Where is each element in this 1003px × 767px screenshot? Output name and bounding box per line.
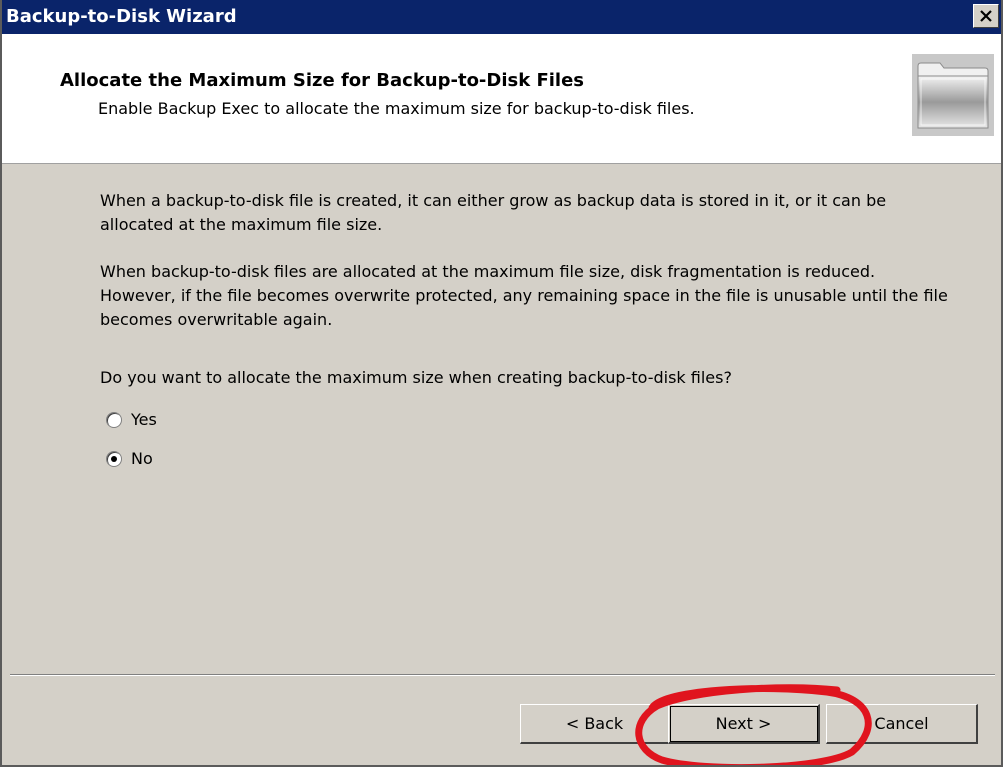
- explanation-paragraph: When backup-to-disk files are allocated …: [100, 262, 948, 329]
- window-title: Backup-to-Disk Wizard: [6, 6, 237, 27]
- radio-option-no[interactable]: No: [106, 449, 153, 468]
- close-icon: [980, 10, 992, 22]
- wizard-body: When a backup-to-disk file is created, i…: [2, 164, 1001, 674]
- cancel-button[interactable]: Cancel: [826, 704, 978, 744]
- close-button[interactable]: [973, 4, 999, 28]
- folder-icon: [912, 54, 994, 136]
- radio-button-no[interactable]: [106, 450, 122, 467]
- page-title: Allocate the Maximum Size for Backup-to-…: [60, 70, 585, 91]
- radio-selected-dot: [111, 455, 117, 462]
- description-paragraph: When a backup-to-disk file is created, i…: [100, 191, 887, 234]
- radio-option-yes[interactable]: Yes: [106, 410, 157, 429]
- question-text: Do you want to allocate the maximum size…: [100, 368, 732, 387]
- wizard-header: Allocate the Maximum Size for Backup-to-…: [2, 34, 1001, 164]
- radio-label-yes: Yes: [131, 410, 157, 429]
- back-button[interactable]: < Back: [520, 704, 670, 744]
- radio-label-no: No: [131, 449, 153, 468]
- footer-separator: [10, 674, 995, 676]
- title-bar: Backup-to-Disk Wizard: [2, 0, 1001, 34]
- radio-button-yes[interactable]: [106, 411, 122, 428]
- wizard-window: Backup-to-Disk Wizard Allocate the Maxim…: [0, 0, 1003, 767]
- page-subtitle: Enable Backup Exec to allocate the maxim…: [98, 99, 695, 118]
- next-button[interactable]: Next >: [668, 704, 820, 744]
